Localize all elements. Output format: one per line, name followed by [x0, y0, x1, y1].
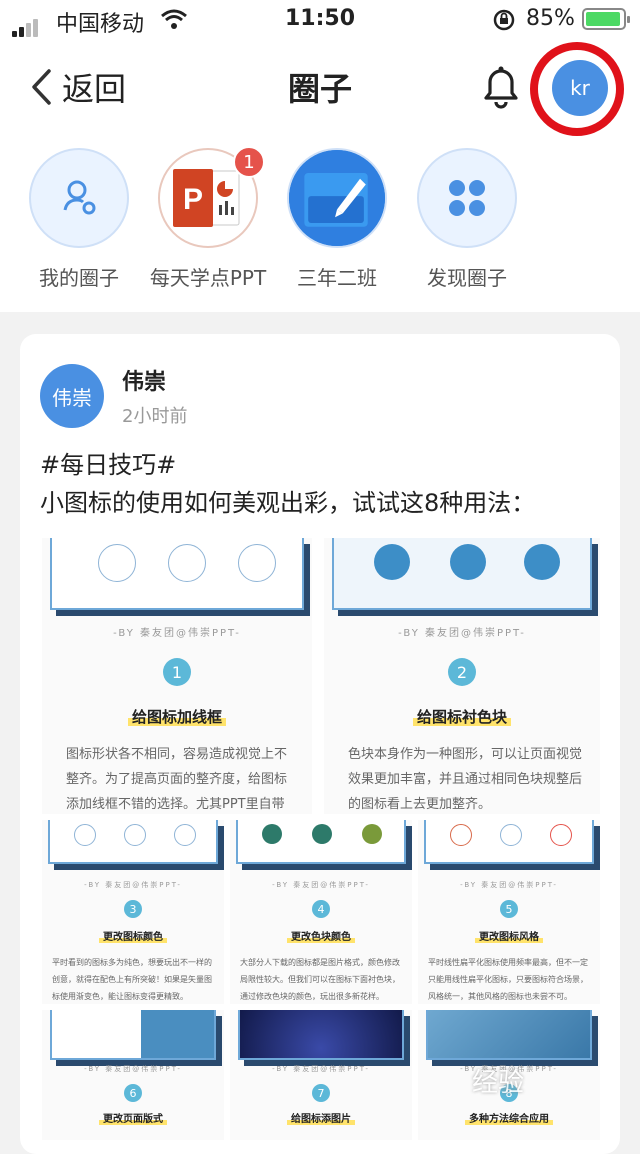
post-content: #每日技巧# 小图标的使用如何美观出彩，试试这8种用法：: [40, 446, 535, 522]
post-image[interactable]: -BY 秦友团@伟崇PPT- 1 给图标加线框 图标形状各不相同，容易造成视觉上…: [42, 538, 312, 814]
circle-item-discover[interactable]: 发现圈子: [402, 148, 532, 291]
slide-frame: [50, 1010, 216, 1060]
slide-frame: [236, 820, 406, 864]
slide-desc: 大部分人下载的图标都是图片格式，颜色修改局限性较大。但我们可以在图标下面衬色块，…: [240, 958, 400, 1001]
battery-percent: 85%: [526, 6, 575, 31]
slide-credit: -BY 秦友团@伟崇PPT-: [84, 881, 182, 889]
discover-grid-icon: [417, 148, 517, 248]
battery-icon: [582, 8, 630, 30]
slide-frame: [332, 538, 592, 610]
circle-item-class[interactable]: 三年二班: [272, 148, 402, 291]
class-notebook-icon: [287, 148, 387, 248]
post-time: 2小时前: [122, 406, 188, 427]
slide-frame: [50, 538, 304, 610]
slide-title: 多种方法综合应用: [418, 1110, 600, 1125]
post-text: 小图标的使用如何美观出彩，试试这8种用法：: [40, 489, 536, 517]
my-circles-icon: [29, 148, 129, 248]
slide-title: 更改图标风格: [418, 928, 600, 943]
bell-icon[interactable]: [478, 62, 524, 114]
slide-credit: -BY 秦友团@伟崇PPT-: [113, 628, 241, 639]
step-number: 5: [500, 900, 518, 918]
slide-title: 给图标加线框: [42, 706, 312, 727]
nav-bar: 返回 圈子 kr: [0, 42, 640, 136]
slide-desc: 平时线性扁平化图标使用频率最高，但不一定只能用线性扁平化图标，只要图标符合场景，…: [428, 958, 588, 1001]
watermark-logo: 经验: [472, 1068, 525, 1098]
circle-list: 我的圈子 P 1 每天学点PPT 三年二班 发现圈子: [0, 146, 640, 298]
page-title: 圈子: [287, 70, 352, 108]
post-image[interactable]: -BY 秦友团@伟崇PPT- 7 给图标添图片: [230, 1010, 412, 1140]
header-area: 中国移动 11:50 85% 返回 圈子 kr 我的圈子 P 1 每天学点PPT…: [0, 0, 640, 312]
post-image[interactable]: -BY 秦友团@伟崇PPT- 2 给图标衬色块 色块本身作为一种图形，可以让页面…: [324, 538, 600, 814]
slide-title: 给图标添图片: [230, 1110, 412, 1125]
circle-item-ppt[interactable]: P 1 每天学点PPT: [143, 146, 273, 291]
slide-title: 更改色块颜色: [230, 928, 412, 943]
slide-credit: -BY 秦友团@伟崇PPT-: [272, 1065, 370, 1073]
slide-credit: -BY 秦友团@伟崇PPT-: [398, 628, 526, 639]
step-number: 3: [124, 900, 142, 918]
step-number: 2: [448, 658, 476, 686]
unread-badge: 1: [233, 146, 265, 178]
post-image[interactable]: -BY 秦友团@伟崇PPT- 3 更改图标颜色 平时看到的图标多为纯色，想要玩出…: [42, 820, 224, 1004]
step-number: 4: [312, 900, 330, 918]
slide-credit: -BY 秦友团@伟崇PPT-: [84, 1065, 182, 1073]
slide-title: 更改页面版式: [42, 1110, 224, 1125]
circle-label: 我的圈子: [39, 266, 119, 290]
slide-desc: 图标形状各不相同，容易造成视觉上不整齐。为了提高页面的整齐度，给图标添加线框不错…: [66, 747, 288, 812]
step-number: 6: [124, 1084, 142, 1102]
circle-label: 发现圈子: [427, 266, 507, 290]
post-card[interactable]: 伟崇 伟崇 2小时前 #每日技巧# 小图标的使用如何美观出彩，试试这8种用法： …: [20, 334, 620, 1154]
slide-credit: -BY 秦友团@伟崇PPT-: [460, 881, 558, 889]
status-bar: 中国移动 11:50 85%: [0, 0, 640, 40]
circle-label: 三年二班: [297, 266, 377, 290]
slide-title: 给图标衬色块: [324, 706, 600, 727]
post-image[interactable]: -BY 秦友团@伟崇PPT- 5 更改图标风格 平时线性扁平化图标使用频率最高，…: [418, 820, 600, 1004]
slide-frame: [238, 1010, 404, 1060]
step-number: 1: [163, 658, 191, 686]
circle-item-mine[interactable]: 我的圈子: [14, 148, 144, 291]
slide-credit: -BY 秦友团@伟崇PPT-: [272, 881, 370, 889]
slide-frame: [48, 820, 218, 864]
author-avatar[interactable]: 伟崇: [40, 364, 104, 428]
post-hashtag[interactable]: #每日技巧#: [40, 446, 535, 484]
post-image[interactable]: -BY 秦友团@伟崇PPT- 4 更改色块颜色 大部分人下载的图标都是图片格式，…: [230, 820, 412, 1004]
user-avatar[interactable]: kr: [552, 60, 608, 116]
slide-desc: 色块本身作为一种图形，可以让页面视觉效果更加丰富，并且通过相同色块规整后的图标看…: [348, 747, 583, 812]
svg-text:P: P: [183, 183, 203, 216]
slide-frame: [426, 1010, 592, 1060]
circle-label: 每天学点PPT: [149, 266, 267, 290]
step-number: 7: [312, 1084, 330, 1102]
orientation-lock-icon: [492, 8, 516, 38]
slide-desc: 平时看到的图标多为纯色，想要玩出不一样的创意，就得在配色上有所突破！如果是矢量图…: [52, 958, 212, 1001]
slide-frame: [424, 820, 594, 864]
author-name[interactable]: 伟崇: [122, 364, 166, 396]
slide-title: 更改图标颜色: [42, 928, 224, 943]
post-image[interactable]: -BY 秦友团@伟崇PPT- 6 更改页面版式: [42, 1010, 224, 1140]
